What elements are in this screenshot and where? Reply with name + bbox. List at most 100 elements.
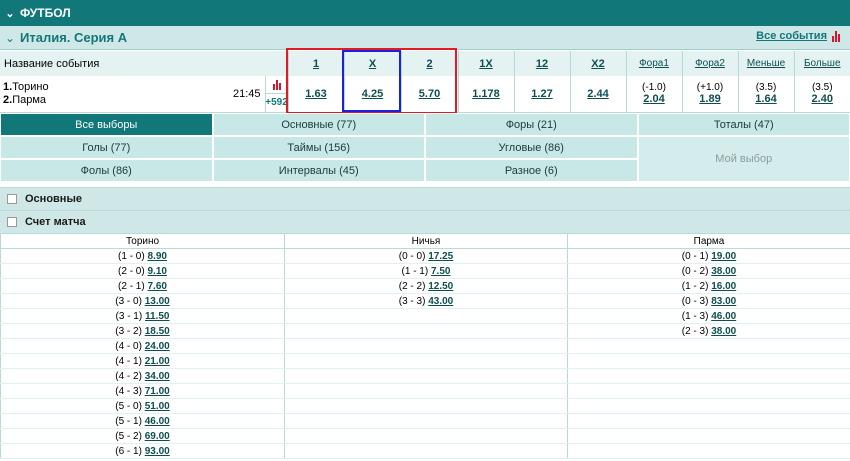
score-odd[interactable]: 51.00 (145, 401, 170, 412)
team1-name: Торино (12, 80, 49, 93)
odd-fora2[interactable]: 1.89 (699, 93, 720, 105)
correct-score-table: Торино Ничья Парма (1 - 0) 8.90 (0 - 0) 1… (0, 233, 850, 459)
odd-x2[interactable]: 2.44 (587, 88, 608, 100)
score-odd[interactable]: 12.50 (428, 281, 453, 292)
odd-1x[interactable]: 1.178 (472, 88, 500, 100)
score-odd[interactable]: 9.10 (147, 266, 166, 277)
score-odd[interactable]: 21.00 (145, 356, 170, 367)
score-odd[interactable]: 93.00 (145, 446, 170, 457)
event-time: 21:45 (232, 88, 261, 100)
score-label: (4 - 2) (115, 370, 142, 382)
odd-over[interactable]: 2.40 (812, 93, 833, 105)
filter-fouls[interactable]: Фолы (86) (0, 159, 213, 182)
score-cell-parma (567, 398, 850, 414)
filter-misc[interactable]: Разное (6) (425, 159, 638, 182)
score-odd[interactable]: 11.50 (145, 311, 169, 322)
event-name-header: Название события (0, 51, 288, 76)
chevron-down-icon[interactable]: ⌄ (0, 31, 20, 45)
score-label: (1 - 2) (681, 280, 709, 292)
score-odd[interactable]: 24.00 (145, 341, 170, 352)
score-odd[interactable]: 16.00 (711, 281, 736, 292)
score-label: (6 - 1) (115, 445, 142, 457)
score-odd[interactable]: 46.00 (145, 416, 170, 427)
odd-12[interactable]: 1.27 (531, 88, 552, 100)
score-cell-torino: (4 - 3) 71.00 (0, 383, 285, 399)
section-score[interactable]: Счет матча (0, 210, 850, 233)
score-odd[interactable]: 46.00 (711, 311, 736, 322)
table-row: (3 - 2) 18.50 (2 - 3) 38.00 (0, 323, 850, 339)
score-odd[interactable]: 43.00 (428, 296, 453, 307)
score-odd[interactable]: 71.00 (145, 386, 170, 397)
score-odd[interactable]: 38.00 (711, 266, 736, 277)
section-main-checkbox[interactable] (7, 194, 17, 204)
col-over-header[interactable]: Больше (793, 51, 850, 76)
table-row: (3 - 1) 11.50 (1 - 3) 46.00 (0, 308, 850, 324)
filter-intervals[interactable]: Интервалы (45) (212, 159, 425, 182)
section-main[interactable]: Основные (0, 187, 850, 210)
col-1x-header[interactable]: 1X (457, 51, 514, 76)
stats-icon[interactable] (832, 30, 840, 42)
my-choice[interactable]: Мой выбор (637, 136, 850, 182)
score-odd[interactable]: 34.00 (145, 371, 170, 382)
sport-title: ФУТБОЛ (20, 6, 71, 20)
col-x2-header[interactable]: X2 (569, 51, 626, 76)
score-odd[interactable]: 17.25 (428, 251, 453, 262)
score-cell-torino: (4 - 0) 24.00 (0, 338, 285, 354)
col-fora2-header[interactable]: Фора2 (681, 51, 738, 76)
col-12-header[interactable]: 12 (513, 51, 570, 76)
filter-all[interactable]: Все выборы (0, 113, 213, 136)
score-odd[interactable]: 8.90 (147, 251, 166, 262)
under-total: (3.5) (755, 82, 777, 94)
all-events-link[interactable]: Все события (756, 30, 827, 42)
score-cell-parma: (1 - 3) 46.00 (567, 308, 850, 324)
all-events[interactable]: Все события (756, 30, 840, 42)
stats-icon[interactable] (272, 79, 281, 91)
odd-fora1[interactable]: 2.04 (643, 93, 664, 105)
filter-corners[interactable]: Угловые (86) (425, 136, 638, 159)
table-row: (2 - 1) 7.60 (2 - 2) 12.50 (1 - 2) 16.00 (0, 278, 850, 294)
score-label: (3 - 3) (398, 295, 426, 307)
score-cell-draw (284, 398, 568, 414)
fora2-handicap: (+1.0) (696, 82, 724, 94)
league-header[interactable]: ⌄ Италия. Серия А Все события (0, 26, 850, 50)
score-odd[interactable]: 18.50 (145, 326, 170, 337)
score-cell-draw: (0 - 0) 17.25 (284, 248, 568, 264)
score-cell-parma: (0 - 1) 19.00 (567, 248, 850, 264)
table-row: (3 - 0) 13.00 (3 - 3) 43.00 (0 - 3) 83.00 (0, 293, 850, 309)
score-cell-torino: (5 - 0) 51.00 (0, 398, 285, 414)
event-stats-cell[interactable]: +592 (264, 76, 288, 113)
odd-under[interactable]: 1.64 (755, 93, 776, 105)
sport-header[interactable]: ⌄ ФУТБОЛ (0, 0, 850, 26)
col-under-header[interactable]: Меньше (737, 51, 794, 76)
score-cell-parma (567, 413, 850, 429)
score-label: (2 - 1) (118, 280, 145, 292)
score-odd[interactable]: 7.50 (431, 266, 450, 277)
table-row: (4 - 2) 34.00 (0, 368, 850, 384)
section-score-label: Счет матча (25, 216, 86, 228)
filter-goals[interactable]: Голы (77) (0, 136, 213, 159)
col-fora1-header[interactable]: Фора1 (625, 51, 682, 76)
event-teams[interactable]: 1.Торино 2.Парма 21:45 (0, 76, 265, 113)
score-cell-draw (284, 413, 568, 429)
score-odd[interactable]: 13.00 (145, 296, 170, 307)
score-cell-draw (284, 443, 568, 459)
score-odd[interactable]: 69.00 (145, 431, 170, 442)
filter-handicaps[interactable]: Форы (21) (425, 113, 638, 136)
section-score-checkbox[interactable] (7, 217, 17, 227)
score-odd[interactable]: 83.00 (711, 296, 736, 307)
score-cell-torino: (1 - 0) 8.90 (0, 248, 285, 264)
chevron-down-icon[interactable]: ⌄ (0, 7, 20, 20)
score-label: (0 - 0) (398, 250, 426, 262)
score-cell-torino: (4 - 1) 21.00 (0, 353, 285, 369)
score-odd[interactable]: 38.00 (711, 326, 736, 337)
score-label: (0 - 2) (681, 265, 709, 277)
filter-totals[interactable]: Тоталы (47) (637, 113, 850, 136)
more-markets-count[interactable]: +592 (265, 94, 288, 111)
score-odd[interactable]: 7.60 (147, 281, 166, 292)
filter-halves[interactable]: Таймы (156) (212, 136, 425, 159)
table-row: (1 - 0) 8.90 (0 - 0) 17.25 (0 - 1) 19.00 (0, 248, 850, 264)
score-odd[interactable]: 19.00 (711, 251, 736, 262)
score-cell-torino: (3 - 0) 13.00 (0, 293, 285, 309)
filter-main[interactable]: Основные (77) (212, 113, 425, 136)
highlight-blue-box (342, 50, 401, 112)
